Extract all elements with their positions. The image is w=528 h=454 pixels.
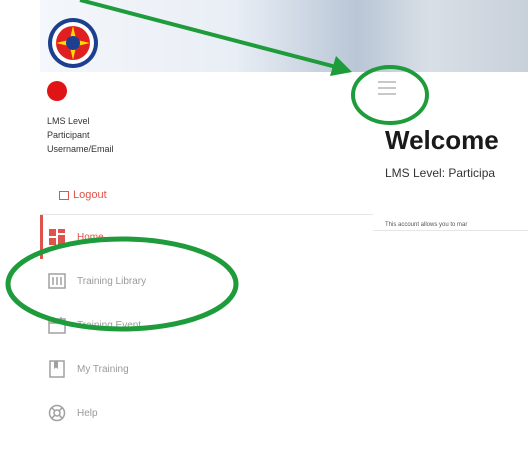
logout-label: Logout: [73, 189, 107, 201]
logout-button[interactable]: Logout: [59, 189, 107, 201]
content-divider: [373, 230, 528, 231]
header-banner: [40, 0, 528, 72]
lms-level-line: LMS Level: Participa: [385, 166, 496, 180]
sidebar-item-training-event[interactable]: Training Event: [40, 303, 373, 347]
help-icon: [48, 404, 66, 422]
sidebar-item-home[interactable]: Home: [40, 215, 373, 259]
sidebar-item-label: My Training: [77, 363, 129, 375]
sidebar-item-label: Help: [77, 407, 98, 419]
surf-life-saving-logo: [48, 18, 98, 68]
logout-icon: [59, 190, 69, 200]
bookmark-icon: [49, 360, 65, 378]
sidebar-item-label: Training Library: [77, 275, 147, 287]
calendar-icon: [48, 317, 66, 334]
sidebar-item-help[interactable]: Help: [40, 391, 373, 435]
sidebar-item-label: Training Event: [77, 319, 142, 331]
library-icon: [48, 273, 66, 289]
sidebar: LMS Level Participant Username/Email Log…: [40, 72, 373, 454]
status-dot: [47, 81, 67, 101]
hamburger-menu-icon[interactable]: [378, 77, 400, 99]
sidebar-item-training-library[interactable]: Training Library: [40, 259, 373, 303]
account-note: This account allows you to mar: [385, 222, 468, 228]
lms-level-value: Participant: [47, 130, 90, 140]
home-icon: [49, 229, 65, 245]
user-info: LMS Level Participant Username/Email: [47, 114, 114, 156]
sidebar-item-my-training[interactable]: My Training: [40, 347, 373, 391]
lms-level-label: LMS Level: [47, 116, 90, 126]
sidebar-item-label: Home: [77, 231, 104, 243]
page-title: Welcome: [385, 125, 499, 155]
username-label: Username/Email: [47, 144, 114, 154]
